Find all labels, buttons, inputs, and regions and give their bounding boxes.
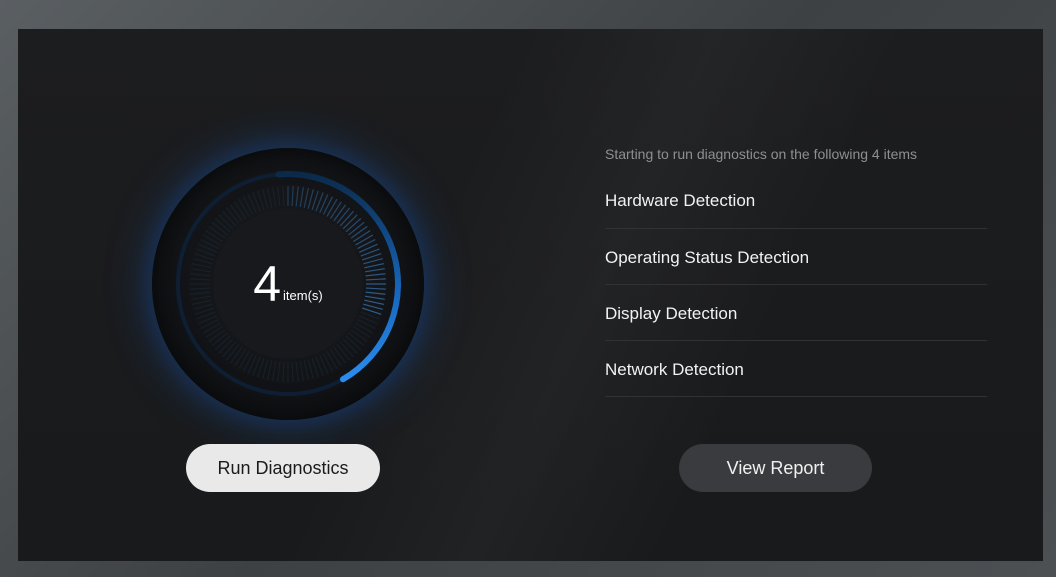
list-item: Hardware Detection	[605, 172, 987, 229]
item-label-operating-status: Operating Status Detection	[605, 247, 810, 267]
item-label-network: Network Detection	[605, 359, 744, 379]
item-label-hardware: Hardware Detection	[605, 191, 756, 210]
list-item: Display Detection	[605, 285, 987, 341]
view-report-button[interactable]: View Report	[679, 444, 872, 492]
progress-dial: 4 item(s)	[138, 134, 438, 434]
list-item: Network Detection	[605, 341, 987, 397]
diagnostics-intro: Starting to run diagnostics on the follo…	[605, 146, 918, 162]
item-label-display: Display Detection	[605, 303, 738, 323]
dial-center: 4 item(s)	[152, 148, 424, 420]
diagnostic-item-list: Hardware Detection Operating Status Dete…	[605, 172, 987, 397]
item-count: 4	[253, 256, 282, 312]
diagnostics-screen: 4 item(s) Starting to run diagnostics on…	[18, 29, 1043, 561]
item-count-unit: item(s)	[283, 287, 323, 303]
list-item: Operating Status Detection	[605, 229, 987, 285]
run-diagnostics-button[interactable]: Run Diagnostics	[186, 444, 380, 492]
